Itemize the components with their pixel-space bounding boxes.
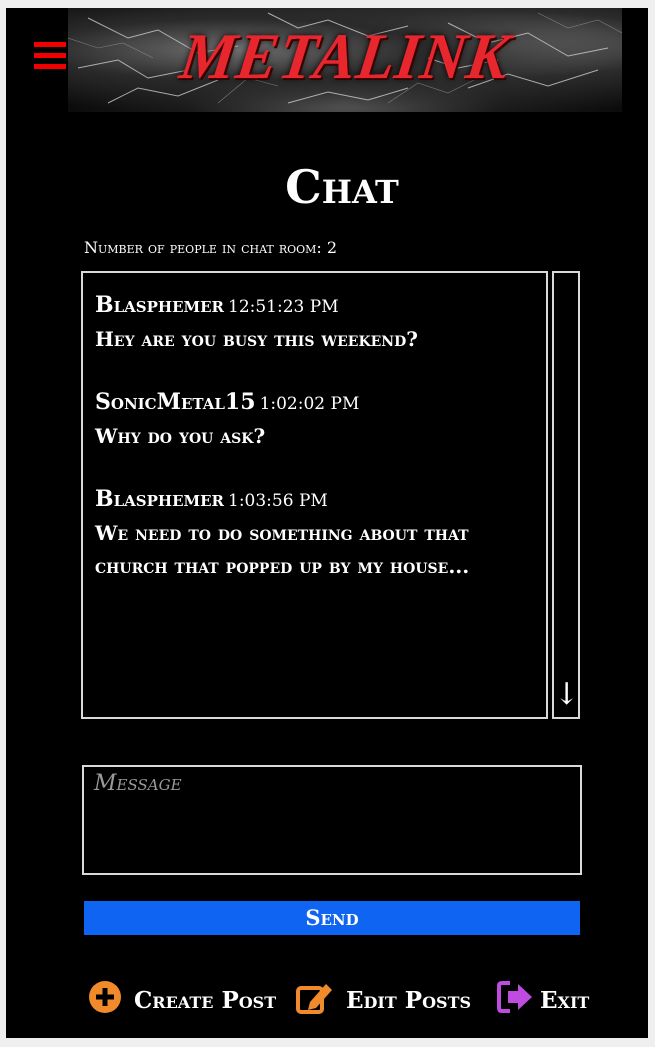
edit-posts-link[interactable]: Edit Posts (296, 978, 471, 1022)
sign-out-icon (496, 980, 534, 1020)
arrow-down-icon[interactable]: ↓ (554, 677, 579, 713)
logo-banner[interactable]: METALINK (68, 8, 622, 112)
message-timestamp: 1:02:02 PM (259, 394, 360, 414)
send-button[interactable]: Send (84, 901, 580, 935)
message-text: Why do you ask? (95, 424, 266, 448)
plus-circle-icon (88, 980, 122, 1020)
edit-icon (296, 980, 334, 1020)
message-username: Blasphemer (95, 292, 224, 318)
chat-message: SonicMetal15 1:02:02 PM Why do you ask? (95, 386, 534, 453)
exit-label: Exit (540, 986, 590, 1014)
exit-link[interactable]: Exit (496, 978, 589, 1022)
app-frame: METALINK Chat Number of people in chat r… (6, 8, 648, 1038)
message-input[interactable] (82, 765, 582, 875)
create-post-link[interactable]: Create Post (88, 978, 276, 1022)
message-username: SonicMetal15 (95, 389, 256, 415)
create-post-label: Create Post (134, 986, 277, 1014)
chat-message: Blasphemer 12:51:23 PM Hey are you busy t… (95, 289, 534, 356)
message-timestamp: 1:03:56 PM (228, 491, 328, 511)
message-text: Hey are you busy this weekend? (95, 327, 418, 351)
chat-message: Blasphemer 1:03:56 PM We need to do somet… (95, 483, 534, 583)
message-timestamp: 12:51:23 PM (228, 297, 339, 317)
edit-posts-label: Edit Posts (346, 986, 472, 1014)
chat-log[interactable]: Blasphemer 12:51:23 PM Hey are you busy t… (81, 271, 548, 719)
header: METALINK (6, 8, 648, 112)
footer-nav: Create Post Edit Posts Exit (6, 978, 648, 1022)
message-text: We need to do something about that churc… (95, 521, 470, 578)
chat-scrollbar[interactable]: ↓ (552, 271, 580, 719)
hamburger-menu-icon[interactable] (34, 42, 66, 70)
message-username: Blasphemer (95, 486, 224, 512)
page-title: Chat (285, 160, 399, 214)
logo-text: METALINK (175, 21, 515, 93)
people-count: Number of people in chat room: 2 (84, 238, 338, 257)
